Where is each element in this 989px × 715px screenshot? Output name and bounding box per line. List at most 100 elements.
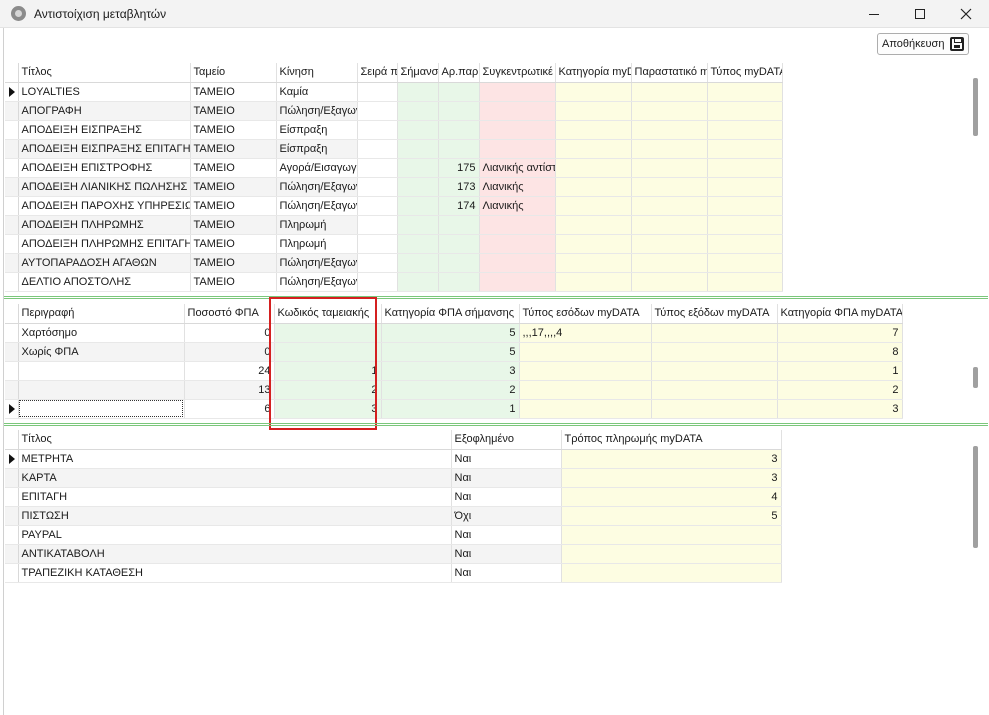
column-header[interactable]: Συγκεντρωτικέ	[479, 63, 556, 83]
table-cell[interactable]: 5	[561, 506, 782, 526]
table-cell[interactable]: ΑΠΟΓΡΑΦΗ	[18, 101, 191, 121]
document-types-grid[interactable]: Τίτλος Ταμείο Κίνηση Σειρά π Σήμανσ Αρ.π…	[5, 63, 783, 292]
row-indicator[interactable]	[5, 196, 19, 216]
table-cell[interactable]: ΑΠΟΔΕΙΞΗ ΠΛΗΡΩΜΗΣ ΕΠΙΤΑΓΗ	[18, 234, 191, 254]
table-cell[interactable]	[631, 253, 708, 273]
table-cell[interactable]: ΑΝΤΙΚΑΤΑΒΟΛΗ	[18, 544, 452, 564]
table-cell[interactable]	[397, 215, 439, 235]
table-row[interactable]: ΑΠΟΓΡΑΦΗ ΤΑΜΕΙΟ Πώληση/Εξαγωγ	[5, 101, 783, 121]
table-cell[interactable]: 8	[777, 342, 903, 362]
table-cell[interactable]: 1	[381, 399, 520, 419]
table-cell[interactable]	[631, 215, 708, 235]
panel-splitter[interactable]	[4, 423, 988, 426]
table-cell[interactable]	[18, 361, 185, 381]
table-row[interactable]: ΠΙΣΤΩΣΗ Όχι 5	[5, 506, 782, 526]
table-cell[interactable]	[397, 196, 439, 216]
table-cell[interactable]	[357, 101, 398, 121]
table-cell[interactable]: LOYALTIES	[18, 82, 191, 102]
table-cell[interactable]: ΑΠΟΔΕΙΞΗ ΛΙΑΝΙΚΗΣ ΠΩΛΗΣΗΣ	[18, 177, 191, 197]
table-cell[interactable]	[631, 158, 708, 178]
table-cell[interactable]: ΑΥΤΟΠΑΡΑΔΟΣΗ ΑΓΑΘΩΝ	[18, 253, 191, 273]
table-cell[interactable]	[651, 361, 778, 381]
row-indicator[interactable]	[5, 253, 19, 273]
table-cell[interactable]	[707, 196, 783, 216]
table-cell[interactable]: Ναι	[451, 449, 562, 469]
row-indicator[interactable]	[5, 177, 19, 197]
table-cell[interactable]	[519, 380, 652, 400]
table-cell[interactable]: Χωρίς ΦΠΑ	[18, 342, 185, 362]
table-cell[interactable]	[397, 120, 439, 140]
table-cell[interactable]	[438, 272, 480, 292]
column-header[interactable]: Ταμείο	[190, 63, 277, 83]
panel-splitter[interactable]	[4, 296, 988, 299]
table-cell[interactable]	[438, 139, 480, 159]
table-cell[interactable]	[561, 563, 782, 583]
table-cell[interactable]: ΤΑΜΕΙΟ	[190, 196, 277, 216]
table-row[interactable]: ΑΠΟΔΕΙΞΗ ΕΠΙΣΤΡΟΦΗΣ ΤΑΜΕΙΟ Αγορά/Εισαγωγ 17…	[5, 158, 783, 178]
table-cell[interactable]: ΑΠΟΔΕΙΞΗ ΕΠΙΣΤΡΟΦΗΣ	[18, 158, 191, 178]
table-cell[interactable]	[438, 82, 480, 102]
table-cell[interactable]	[631, 177, 708, 197]
table-cell[interactable]	[18, 399, 185, 419]
column-header[interactable]: Κίνηση	[276, 63, 358, 83]
table-cell[interactable]: Πώληση/Εξαγωγ	[276, 272, 358, 292]
table-cell[interactable]: 4	[561, 487, 782, 507]
column-header[interactable]: Τύπος myDATA	[707, 63, 783, 83]
table-cell[interactable]	[707, 158, 783, 178]
table-row[interactable]: 6313	[5, 399, 903, 419]
table-cell[interactable]	[479, 82, 556, 102]
table-row[interactable]: ΑΝΤΙΚΑΤΑΒΟΛΗ Ναι	[5, 544, 782, 564]
row-indicator[interactable]	[5, 120, 19, 140]
table-cell[interactable]: ΤΑΜΕΙΟ	[190, 215, 277, 235]
table-cell[interactable]: 3	[777, 399, 903, 419]
minimize-button[interactable]	[851, 0, 897, 28]
column-header[interactable]: Εξοφλημένο	[451, 430, 562, 450]
table-cell[interactable]	[479, 272, 556, 292]
table-cell[interactable]	[651, 323, 778, 343]
table-cell[interactable]: ΕΠΙΤΑΓΗ	[18, 487, 452, 507]
table-cell[interactable]: ΑΠΟΔΕΙΞΗ ΕΙΣΠΡΑΞΗΣ ΕΠΙΤΑΓΗ	[18, 139, 191, 159]
column-header[interactable]: Κωδικός ταμειακής	[274, 304, 382, 324]
row-indicator[interactable]	[5, 487, 19, 507]
table-row[interactable]: ΜΕΤΡΗΤΑ Ναι 3	[5, 449, 782, 469]
table-cell[interactable]	[707, 253, 783, 273]
row-indicator[interactable]	[5, 139, 19, 159]
table-cell[interactable]	[519, 342, 652, 362]
table-cell[interactable]	[397, 234, 439, 254]
table-row[interactable]: ΕΠΙΤΑΓΗ Ναι 4	[5, 487, 782, 507]
table-cell[interactable]	[397, 158, 439, 178]
table-row[interactable]: ΑΠΟΔΕΙΞΗ ΕΙΣΠΡΑΞΗΣ ΕΠΙΤΑΓΗ ΤΑΜΕΙΟ Είσπραξη	[5, 139, 783, 159]
table-row[interactable]: 13 2 2 2	[5, 380, 903, 400]
column-header[interactable]: Σήμανσ	[397, 63, 439, 83]
table-cell[interactable]: ΔΕΛΤΙΟ ΑΠΟΣΤΟΛΗΣ	[18, 272, 191, 292]
table-cell[interactable]	[357, 234, 398, 254]
table-cell[interactable]: Ναι	[451, 487, 562, 507]
table-cell[interactable]	[555, 272, 632, 292]
row-indicator[interactable]	[5, 399, 19, 419]
table-cell[interactable]	[707, 101, 783, 121]
table-row[interactable]: ΔΕΛΤΙΟ ΑΠΟΣΤΟΛΗΣ ΤΑΜΕΙΟ Πώληση/Εξαγωγ	[5, 272, 783, 292]
table-cell[interactable]: Λιανικής	[479, 196, 556, 216]
row-indicator[interactable]	[5, 449, 19, 469]
table-cell[interactable]	[707, 120, 783, 140]
table-cell[interactable]: 24	[184, 361, 275, 381]
table-cell[interactable]	[397, 253, 439, 273]
row-indicator[interactable]	[5, 272, 19, 292]
table-cell[interactable]: Πώληση/Εξαγωγ	[276, 177, 358, 197]
row-indicator[interactable]	[5, 342, 19, 362]
table-cell[interactable]	[631, 234, 708, 254]
table-cell[interactable]: 3	[274, 399, 382, 419]
table-cell[interactable]: Ναι	[451, 468, 562, 488]
row-indicator[interactable]	[5, 380, 19, 400]
table-cell[interactable]	[357, 253, 398, 273]
table-cell[interactable]	[631, 272, 708, 292]
row-indicator[interactable]	[5, 361, 19, 381]
column-header[interactable]: Περιγραφή	[18, 304, 185, 324]
table-cell[interactable]	[397, 139, 439, 159]
table-row[interactable]: LOYALTIES ΤΑΜΕΙΟ Καμία	[5, 82, 783, 102]
table-cell[interactable]: ΤΑΜΕΙΟ	[190, 158, 277, 178]
row-indicator[interactable]	[5, 563, 19, 583]
table-cell[interactable]	[561, 544, 782, 564]
table-cell[interactable]: PAYPAL	[18, 525, 452, 545]
table-cell[interactable]	[438, 120, 480, 140]
